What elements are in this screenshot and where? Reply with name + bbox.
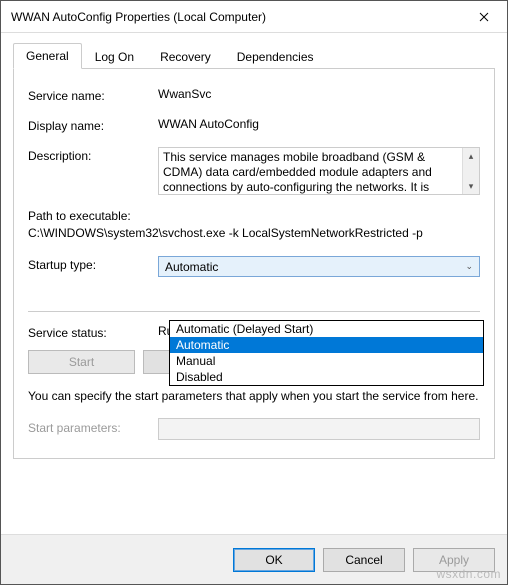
tab-recovery[interactable]: Recovery (147, 44, 224, 70)
scroll-down-icon[interactable]: ▾ (463, 178, 479, 194)
path-value: C:\WINDOWS\system32\svchost.exe -k Local… (28, 226, 480, 240)
startup-type-dropdown[interactable]: Automatic (Delayed Start) Automatic Manu… (169, 320, 484, 386)
startup-option-delayed[interactable]: Automatic (Delayed Start) (170, 321, 483, 337)
close-icon (479, 12, 489, 22)
chevron-down-icon: ⌄ (465, 261, 473, 272)
startup-type-selected: Automatic (165, 260, 218, 274)
startup-option-automatic[interactable]: Automatic (170, 337, 483, 353)
display-name-label: Display name: (28, 117, 158, 133)
description-text: This service manages mobile broadband (G… (159, 148, 462, 194)
startup-type-label: Startup type: (28, 256, 158, 272)
ok-button[interactable]: OK (233, 548, 315, 572)
window-title: WWAN AutoConfig Properties (Local Comput… (11, 10, 461, 24)
tab-panel-general: Service name: WwanSvc Display name: WWAN… (13, 68, 495, 459)
service-name-label: Service name: (28, 87, 158, 103)
properties-dialog: WWAN AutoConfig Properties (Local Comput… (0, 0, 508, 585)
dialog-body: General Log On Recovery Dependencies Ser… (1, 33, 507, 534)
description-box: This service manages mobile broadband (G… (158, 147, 480, 195)
startup-option-manual[interactable]: Manual (170, 353, 483, 369)
tab-strip: General Log On Recovery Dependencies (13, 43, 495, 69)
startup-type-combobox[interactable]: Automatic ⌄ (158, 256, 480, 277)
apply-button: Apply (413, 548, 495, 572)
startup-option-disabled[interactable]: Disabled (170, 369, 483, 385)
titlebar: WWAN AutoConfig Properties (Local Comput… (1, 1, 507, 33)
display-name-value: WWAN AutoConfig (158, 117, 480, 131)
close-button[interactable] (461, 1, 507, 33)
separator (28, 311, 480, 312)
service-status-label: Service status: (28, 324, 158, 340)
service-name-value: WwanSvc (158, 87, 480, 101)
scroll-up-icon[interactable]: ▴ (463, 148, 479, 164)
parameters-note: You can specify the start parameters tha… (28, 388, 480, 404)
tab-logon[interactable]: Log On (82, 44, 147, 70)
start-button: Start (28, 350, 135, 374)
description-label: Description: (28, 147, 158, 163)
tab-general[interactable]: General (13, 43, 82, 69)
cancel-button[interactable]: Cancel (323, 548, 405, 572)
description-scrollbar[interactable]: ▴ ▾ (462, 148, 479, 194)
dialog-footer: OK Cancel Apply wsxdn.com (1, 534, 507, 584)
path-label: Path to executable: (28, 209, 480, 223)
start-parameters-input (158, 418, 480, 440)
start-parameters-label: Start parameters: (28, 418, 158, 435)
tab-dependencies[interactable]: Dependencies (224, 44, 327, 70)
